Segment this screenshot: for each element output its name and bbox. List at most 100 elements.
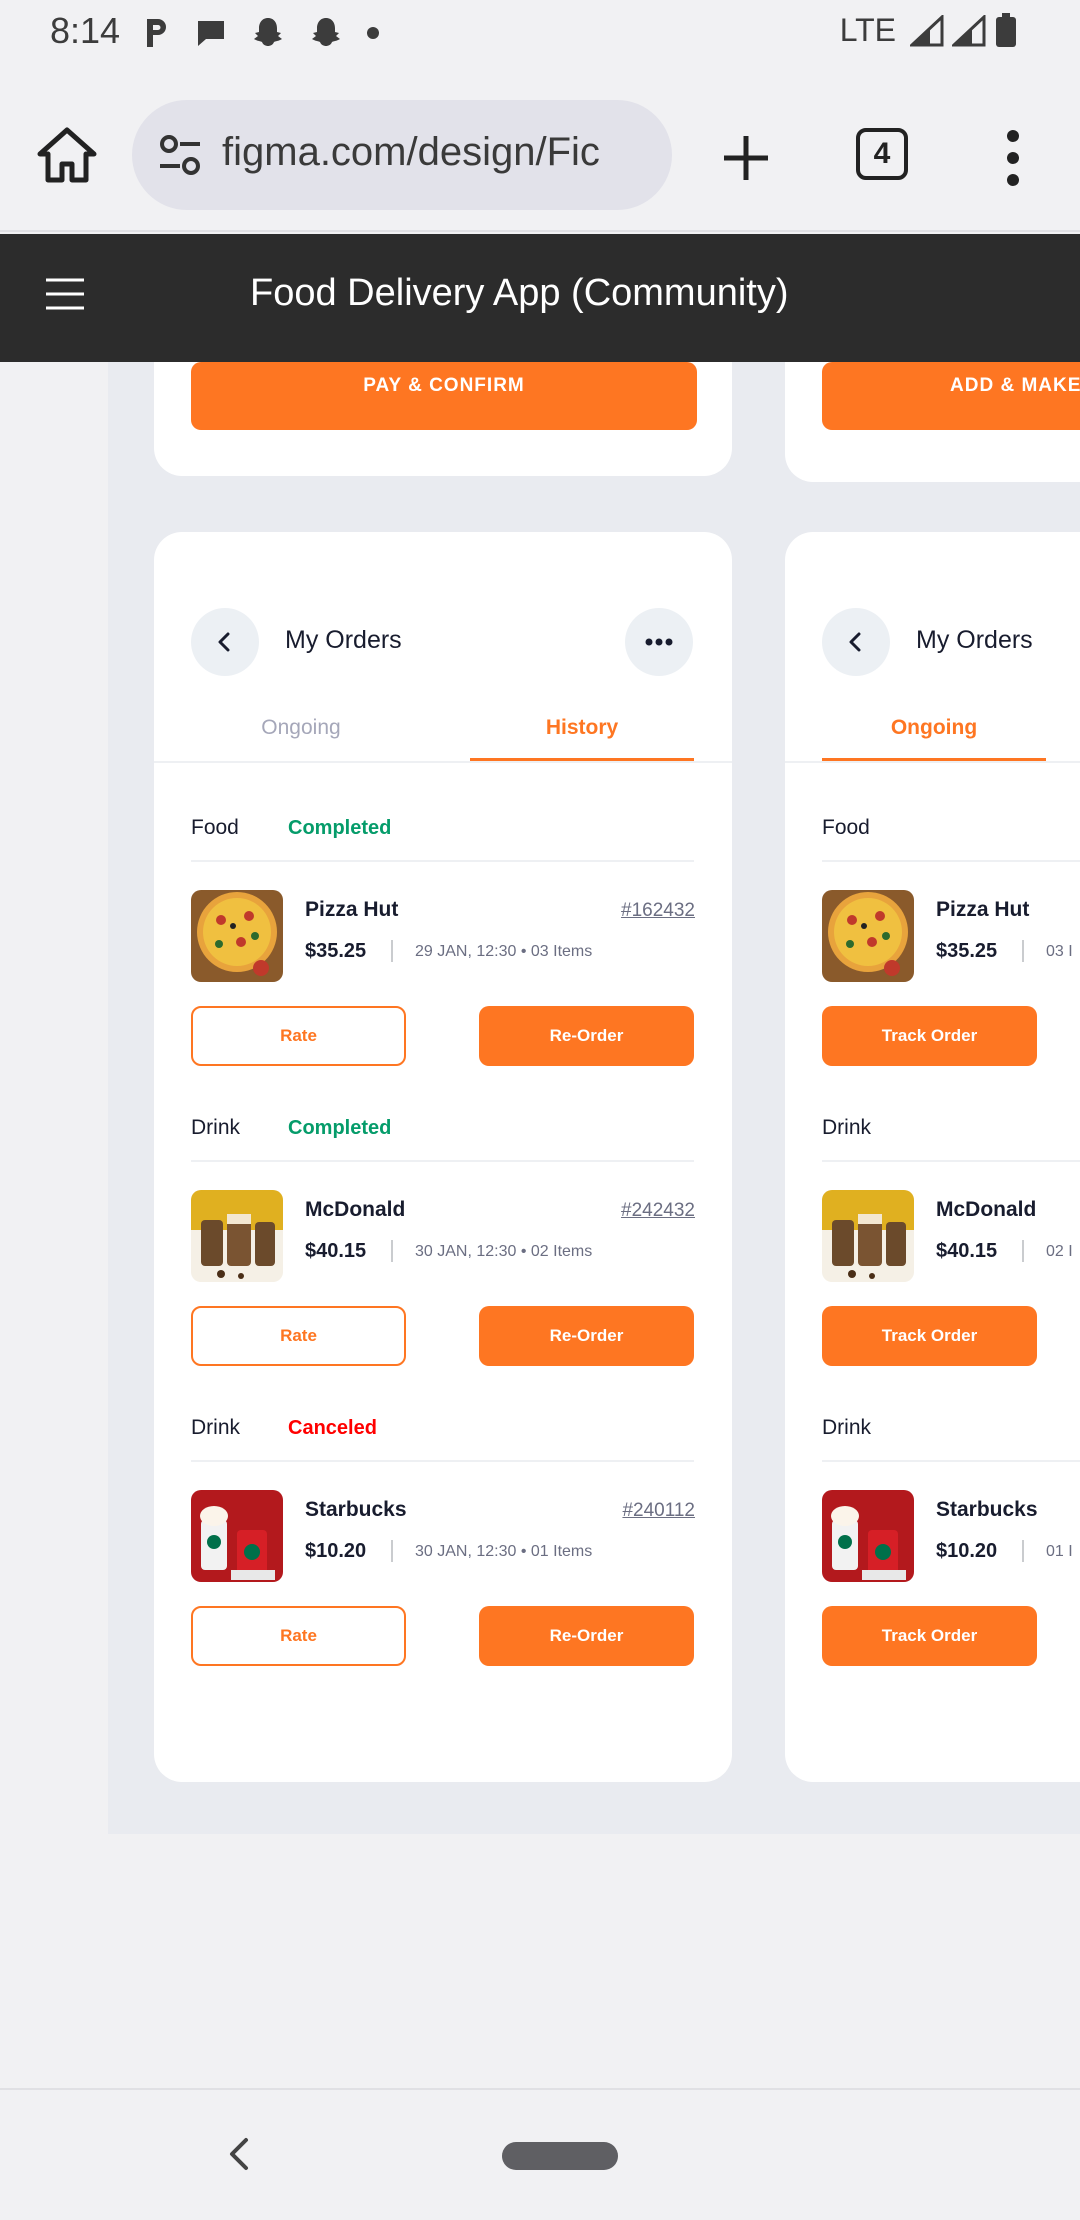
order-status: Completed [288, 1117, 392, 1139]
order-status: Canceled [288, 1417, 377, 1439]
new-tab-icon[interactable] [718, 130, 774, 186]
order-meta: 30 JAN, 12:30 • 02 Items [415, 1243, 593, 1260]
back-arrow-icon [218, 632, 230, 652]
figma-header: Food Delivery App (Community) [0, 234, 1080, 362]
order-meta: 29 JAN, 12:30 • 03 Items [415, 943, 593, 960]
separator [1022, 940, 1024, 962]
restaurant-name: Pizza Hut [936, 898, 1030, 921]
order-price: $10.20 [936, 1540, 998, 1562]
order-number-link[interactable]: #240112 [622, 1500, 695, 1522]
reorder-button[interactable]: Re-Order [479, 1006, 694, 1066]
nav-back-icon[interactable] [226, 2136, 252, 2172]
track-order-button[interactable]: Track Order [822, 1006, 1037, 1066]
row-divider [822, 860, 1080, 862]
restaurant-name: Starbucks [305, 1498, 407, 1521]
order-category: Drink [822, 1116, 872, 1139]
order-price: $10.20 [305, 1540, 367, 1562]
separator [391, 940, 393, 962]
system-nav-bar [0, 2088, 1080, 2220]
back-arrow-icon [849, 632, 861, 652]
order-status: Completed [288, 817, 392, 839]
order-meta: 02 I [1046, 1243, 1073, 1260]
address-bar[interactable]: figma.com/design/Fic [132, 100, 672, 210]
add-make-button[interactable]: ADD & MAKE [822, 362, 1080, 430]
order-number-link[interactable]: #242432 [621, 1200, 695, 1222]
chat-icon [198, 21, 224, 46]
overflow-menu-icon[interactable] [1000, 128, 1026, 188]
order-price: $35.25 [305, 940, 367, 962]
track-order-button[interactable]: Track Order [822, 1606, 1037, 1666]
separator [391, 1540, 393, 1562]
row-divider [191, 1160, 694, 1162]
network-type: LTE [839, 12, 896, 48]
restaurant-name: Starbucks [936, 1498, 1038, 1521]
battery-icon [996, 12, 1016, 47]
reorder-button[interactable]: Re-Order [479, 1306, 694, 1366]
more-dots-icon [645, 638, 673, 646]
tab-divider [785, 761, 1080, 763]
order-price: $35.25 [936, 940, 998, 962]
tab-divider [154, 761, 732, 763]
row-divider [822, 1460, 1080, 1462]
checkout-card: PAY & CONFIRM [154, 362, 732, 476]
row-divider [191, 1460, 694, 1462]
home-icon[interactable] [36, 126, 98, 184]
order-meta: 30 JAN, 12:30 • 01 Items [415, 1543, 593, 1560]
separator [391, 1240, 393, 1262]
reorder-button[interactable]: Re-Order [479, 1606, 694, 1666]
order-meta: 01 I [1046, 1543, 1073, 1560]
order-category: Food [191, 816, 239, 839]
order-category: Drink [191, 1416, 241, 1439]
row-divider [191, 860, 694, 862]
restaurant-name: McDonald [936, 1198, 1037, 1221]
hamburger-icon[interactable] [44, 276, 86, 312]
back-button[interactable] [822, 608, 890, 676]
signal-icon [910, 14, 944, 46]
figma-canvas[interactable]: PAY & CONFIRM ADD & MAKE My Orders Ongoi… [108, 362, 1080, 1834]
starbucks-image [822, 1490, 914, 1582]
order-number-link[interactable]: #162432 [621, 900, 695, 922]
page-title: My Orders [285, 626, 402, 654]
more-button[interactable] [625, 608, 693, 676]
tab-switcher-icon[interactable]: 4 [856, 128, 908, 180]
status-bar: 8:14 LTE [0, 0, 1080, 64]
empty-area [0, 1834, 1080, 2088]
file-title: Food Delivery App (Community) [250, 272, 789, 314]
pizza-image [191, 890, 283, 982]
browser-toolbar: figma.com/design/Fic 4 [0, 64, 1080, 232]
status-time: 8:14 [50, 10, 121, 51]
pay-confirm-button[interactable]: PAY & CONFIRM [191, 362, 697, 430]
parking-icon [147, 19, 166, 47]
coffee-image [191, 1190, 283, 1282]
coffee-image [822, 1190, 914, 1282]
order-price: $40.15 [936, 1240, 998, 1262]
order-price: $40.15 [305, 1240, 367, 1262]
order-category: Drink [822, 1416, 872, 1439]
rate-button[interactable]: Rate [191, 1606, 406, 1666]
page-title: My Orders [916, 626, 1033, 654]
tab-ongoing[interactable]: Ongoing [822, 716, 1046, 740]
restaurant-name: Pizza Hut [305, 898, 399, 921]
notification-icons [142, 16, 380, 50]
tab-ongoing[interactable]: Ongoing [191, 716, 411, 740]
track-order-button[interactable]: Track Order [822, 1306, 1037, 1366]
order-category: Drink [191, 1116, 241, 1139]
pizza-image [822, 890, 914, 982]
rate-button[interactable]: Rate [191, 1006, 406, 1066]
my-orders-ongoing-screen: My Orders Ongoing Food Pizza Hut $35.25 … [785, 532, 1080, 1782]
nav-home-pill[interactable] [502, 2142, 618, 2170]
my-orders-history-screen: My Orders Ongoing History Food Completed… [154, 532, 732, 1782]
address-card: ADD & MAKE [785, 362, 1080, 482]
rate-button[interactable]: Rate [191, 1306, 406, 1366]
order-meta: 03 I [1046, 943, 1073, 960]
back-button[interactable] [191, 608, 259, 676]
snapchat-icon [254, 18, 282, 46]
snapchat-icon [312, 18, 340, 46]
restaurant-name: McDonald [305, 1198, 406, 1221]
url-text[interactable]: figma.com/design/Fic [222, 130, 652, 175]
tab-history[interactable]: History [470, 716, 694, 740]
row-divider [822, 1160, 1080, 1162]
separator [1022, 1540, 1024, 1562]
order-category: Food [822, 816, 870, 839]
site-settings-icon[interactable] [156, 132, 204, 178]
